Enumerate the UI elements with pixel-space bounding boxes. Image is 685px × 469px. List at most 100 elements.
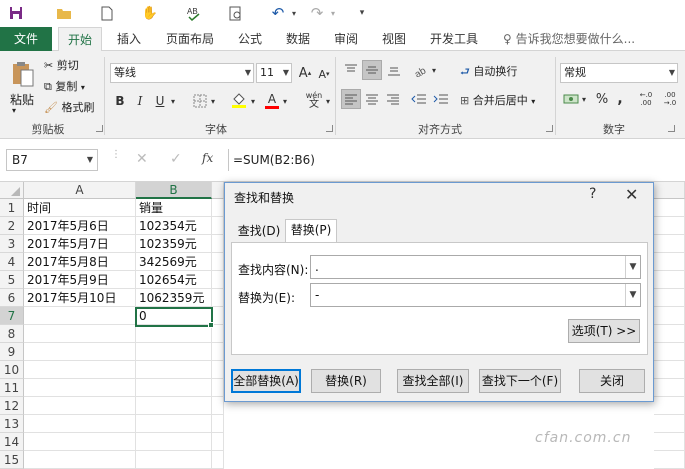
undo-dropdown-icon[interactable]: ▾ [284, 4, 304, 22]
tell-me-box[interactable]: ♀ 告诉我您想要做什么... [503, 27, 635, 51]
paste-icon[interactable] [8, 57, 38, 91]
font-launcher-icon[interactable] [326, 125, 333, 132]
cell-a[interactable]: 2017年5月6日 [24, 217, 136, 235]
cell-b[interactable]: 342569元 [136, 253, 212, 271]
row-header[interactable]: 6 [0, 289, 24, 307]
cell-c[interactable] [212, 361, 224, 379]
tab-file[interactable]: 文件 [0, 27, 52, 51]
increase-indent-icon[interactable] [432, 90, 450, 108]
cell-a[interactable] [24, 451, 136, 469]
wrap-text-button[interactable]: ⮐ 自动换行 [460, 63, 517, 82]
bold-button[interactable]: B [112, 91, 128, 111]
cell-extra[interactable] [654, 199, 685, 217]
cell-c[interactable] [212, 343, 224, 361]
font-name-select[interactable]: 等线 ▼ [110, 63, 254, 83]
cut-button[interactable]: ✂ 剪切 [44, 57, 79, 73]
cell-extra[interactable] [654, 307, 685, 325]
splitter-handle-icon[interactable]: ⋮ [111, 150, 121, 167]
cell-a[interactable] [24, 307, 136, 325]
cell-extra[interactable] [654, 235, 685, 253]
currency-dropdown-icon[interactable]: ▾ [580, 89, 588, 109]
row-header[interactable]: 12 [0, 397, 24, 415]
dialog-close-button[interactable]: 关闭 [579, 369, 645, 393]
cancel-entry-icon[interactable]: ✕ [136, 151, 148, 167]
formula-input[interactable]: =SUM(B2:B6) [228, 149, 685, 171]
cell-extra[interactable] [654, 415, 685, 433]
cell-b[interactable] [136, 397, 212, 415]
find-what-input[interactable]: . ▼ [310, 255, 641, 279]
save-icon[interactable] [6, 4, 26, 22]
options-button[interactable]: 选项(T) >> [568, 319, 640, 343]
name-box[interactable]: B7 ▼ [6, 149, 98, 171]
cell-a[interactable] [24, 343, 136, 361]
percent-button[interactable]: % [594, 89, 610, 109]
cell-a[interactable] [24, 415, 136, 433]
decrease-indent-icon[interactable] [410, 90, 428, 108]
tab-view[interactable]: 视图 [374, 27, 414, 51]
cell-b[interactable]: 102354元 [136, 217, 212, 235]
row-header[interactable]: 14 [0, 433, 24, 451]
tab-formulas[interactable]: 公式 [230, 27, 270, 51]
print-preview-icon[interactable] [226, 4, 246, 22]
insert-function-icon[interactable]: fx [202, 151, 213, 165]
column-header-a[interactable]: A [24, 182, 136, 199]
font-size-select[interactable]: 11 ▼ [256, 63, 292, 83]
cell-c[interactable] [212, 433, 224, 451]
number-launcher-icon[interactable] [668, 125, 675, 132]
row-header[interactable]: 10 [0, 361, 24, 379]
cell-c[interactable] [212, 379, 224, 397]
paste-dropdown-icon[interactable]: ▾ [12, 106, 16, 115]
cell-extra[interactable] [654, 217, 685, 235]
merge-center-button[interactable]: ⊞ 合并后居中 ▾ [460, 92, 535, 108]
confirm-entry-icon[interactable]: ✓ [170, 151, 182, 167]
tab-review[interactable]: 审阅 [326, 27, 366, 51]
new-doc-icon[interactable] [97, 4, 117, 22]
tab-data[interactable]: 数据 [278, 27, 318, 51]
cell-b[interactable] [136, 379, 212, 397]
cell-b[interactable] [136, 415, 212, 433]
cell-c[interactable] [212, 397, 224, 415]
font-color-icon[interactable]: A [264, 89, 280, 111]
tab-replace[interactable]: 替换(P) [285, 219, 337, 243]
cell-extra[interactable] [654, 379, 685, 397]
row-header[interactable]: 4 [0, 253, 24, 271]
copy-button[interactable]: ⧉ 复制 ▾ [44, 78, 85, 94]
column-header-b[interactable]: B [136, 182, 212, 199]
alignment-launcher-icon[interactable] [546, 125, 553, 132]
cell-c[interactable] [212, 271, 224, 289]
align-top-icon[interactable] [342, 61, 360, 79]
tab-home[interactable]: 开始 [58, 27, 102, 52]
close-icon[interactable]: ✕ [625, 185, 638, 204]
align-middle-icon[interactable] [362, 60, 382, 80]
borders-dropdown-icon[interactable]: ▾ [208, 91, 218, 111]
cell-b[interactable]: 102654元 [136, 271, 212, 289]
phonetic-guide-button[interactable]: wén 文 [302, 89, 326, 111]
cell-extra[interactable] [654, 361, 685, 379]
cell-b[interactable] [136, 325, 212, 343]
cell-extra[interactable] [654, 343, 685, 361]
customize-icon[interactable]: ▾ [352, 4, 372, 22]
cell-b[interactable]: 1062359元 [136, 289, 212, 307]
cell-c[interactable] [212, 235, 224, 253]
font-color-dropdown-icon[interactable]: ▾ [280, 91, 290, 111]
cell-a[interactable] [24, 379, 136, 397]
underline-dropdown-icon[interactable]: ▾ [168, 91, 178, 111]
cell-extra[interactable] [654, 271, 685, 289]
cell-a[interactable] [24, 397, 136, 415]
grow-font-icon[interactable]: A ▴ [296, 63, 314, 83]
italic-button[interactable]: I [132, 91, 148, 111]
column-header-extra[interactable] [654, 182, 685, 199]
underline-button[interactable]: U [152, 91, 168, 111]
cell-b[interactable] [136, 451, 212, 469]
row-header[interactable]: 3 [0, 235, 24, 253]
cell-b[interactable] [136, 433, 212, 451]
align-left-icon[interactable] [341, 89, 361, 109]
cell-b[interactable]: 102359元 [136, 235, 212, 253]
increase-decimal-button[interactable]: ←.0.00 [636, 89, 656, 109]
cell-extra[interactable] [654, 433, 685, 451]
replace-button[interactable]: 替换(R) [311, 369, 381, 393]
tab-developer[interactable]: 开发工具 [422, 27, 486, 51]
borders-icon[interactable] [192, 91, 208, 111]
cell-c[interactable] [212, 253, 224, 271]
cell-b[interactable] [136, 361, 212, 379]
